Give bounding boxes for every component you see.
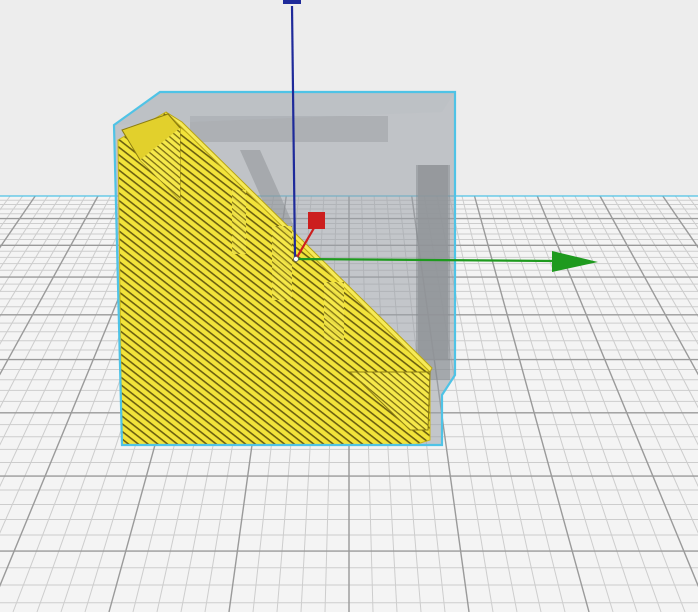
model-rib-1 xyxy=(232,190,246,254)
scene-canvas[interactable] xyxy=(0,0,698,612)
z-axis-arrow[interactable] xyxy=(283,0,301,4)
model-rib-3 xyxy=(324,282,344,340)
gizmo-origin xyxy=(293,256,299,262)
y-axis-handle[interactable] xyxy=(308,212,325,229)
inner-pillar xyxy=(416,165,450,380)
model-rib-2 xyxy=(272,226,292,300)
3d-viewport[interactable] xyxy=(0,0,698,612)
